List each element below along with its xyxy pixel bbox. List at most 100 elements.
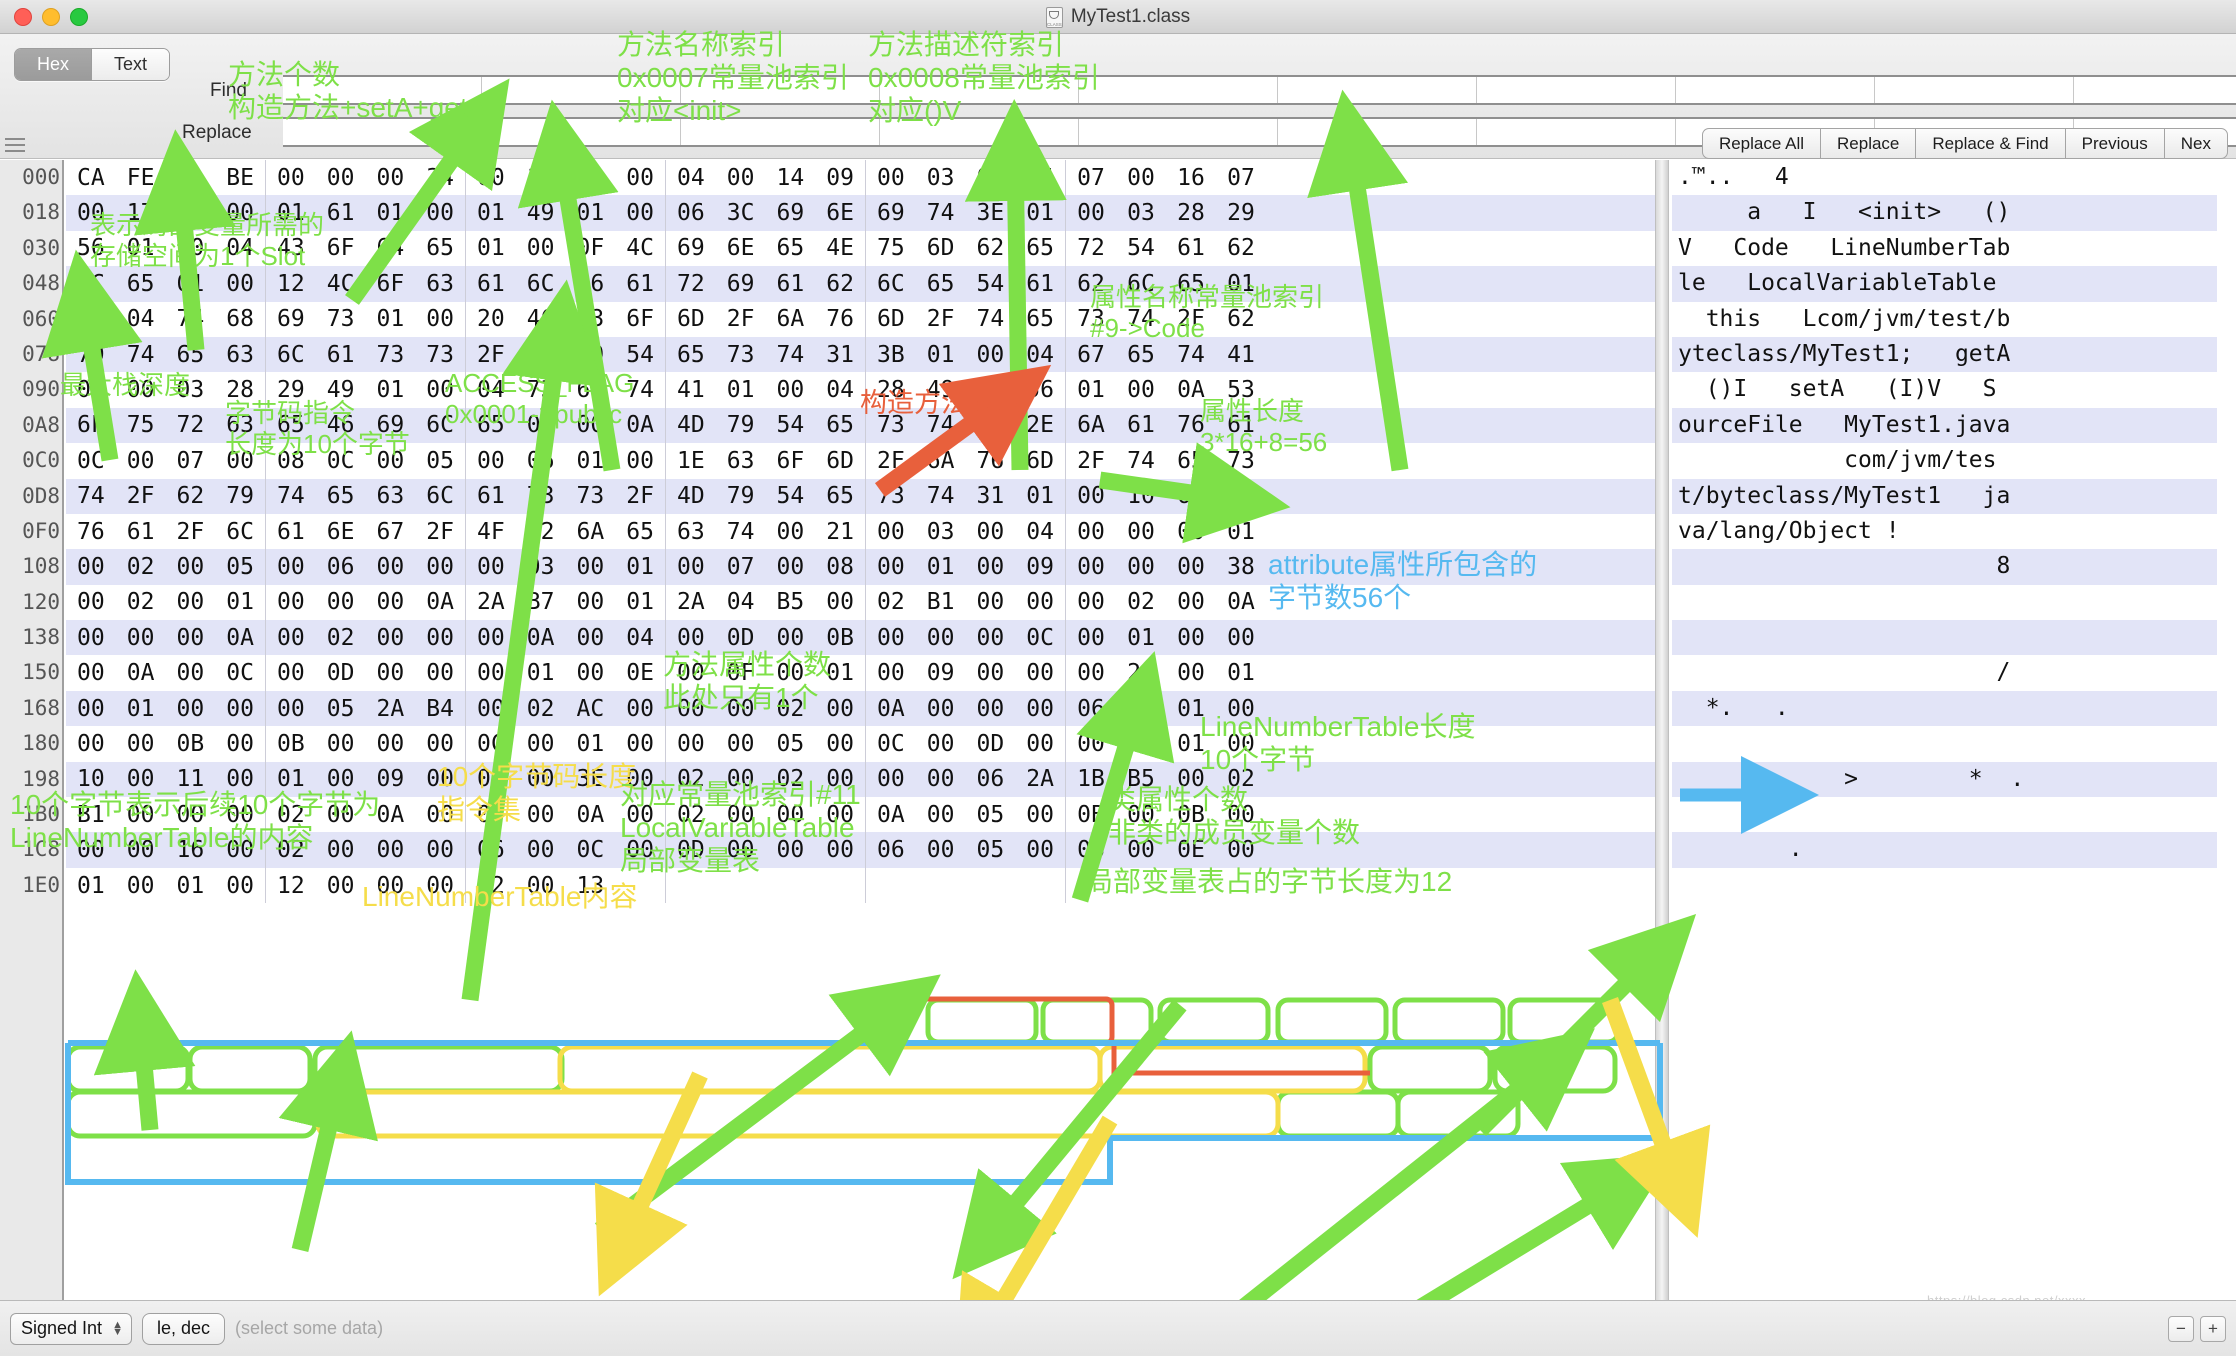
hex-byte[interactable]: 00 bbox=[669, 660, 713, 686]
hex-byte-group[interactable]: 0A000000 bbox=[866, 691, 1066, 726]
hex-byte-group[interactable]: 00030004 bbox=[866, 514, 1066, 549]
hex-byte[interactable]: 61 bbox=[119, 519, 163, 545]
hex-byte[interactable]: 49 bbox=[319, 377, 363, 403]
hex-byte[interactable]: 69 bbox=[768, 200, 812, 226]
hex-byte[interactable]: 00 bbox=[218, 696, 262, 722]
hex-row[interactable]: 56010004436F646501000F4C696E654E756D6265… bbox=[66, 231, 1666, 266]
hex-byte[interactable]: 04 bbox=[719, 589, 763, 615]
hex-byte[interactable]: 00 bbox=[319, 766, 363, 792]
hex-byte[interactable]: 00 bbox=[368, 731, 412, 757]
find-cell[interactable] bbox=[1676, 77, 1875, 103]
hex-byte-group[interactable]: 00060000 bbox=[266, 549, 466, 584]
hex-byte-group[interactable]: 02000000 bbox=[266, 832, 466, 867]
ascii-row[interactable]: t/byteclass/MyTest1 ja bbox=[1672, 479, 2217, 514]
hex-byte[interactable]: 65 bbox=[818, 412, 862, 438]
hex-byte[interactable]: 74 bbox=[269, 483, 313, 509]
hex-byte[interactable]: 00 bbox=[418, 873, 462, 899]
hex-byte[interactable]: 00 bbox=[418, 554, 462, 580]
hex-byte[interactable]: 01 bbox=[368, 306, 412, 332]
hex-byte[interactable]: 00 bbox=[719, 696, 763, 722]
hex-byte-group[interactable]: 00001600 bbox=[66, 832, 266, 867]
hex-byte[interactable]: 29 bbox=[1219, 200, 1263, 226]
hex-byte[interactable]: 2F bbox=[119, 483, 163, 509]
hex-byte-group[interactable] bbox=[1066, 868, 1266, 903]
hex-byte-group[interactable]: 01000328 bbox=[66, 372, 266, 407]
hex-byte[interactable]: 00 bbox=[968, 589, 1012, 615]
hex-byte-group[interactable]: 616C5661 bbox=[466, 266, 666, 301]
replace-cell[interactable] bbox=[1278, 119, 1477, 145]
hex-byte[interactable]: 00 bbox=[968, 625, 1012, 651]
hex-byte[interactable]: 0A bbox=[519, 625, 563, 651]
hex-byte-group[interactable]: 00090000 bbox=[866, 655, 1066, 690]
hex-byte[interactable]: 0E bbox=[618, 660, 662, 686]
hex-byte[interactable]: 0D bbox=[669, 837, 713, 863]
hex-byte[interactable]: 65 bbox=[919, 271, 963, 297]
ascii-row[interactable]: ()I setA (I)V S bbox=[1672, 372, 2217, 407]
hex-byte[interactable]: BA bbox=[168, 165, 212, 191]
hex-byte-group[interactable]: 1BB50002 bbox=[1066, 762, 1266, 797]
hex-byte[interactable]: 04 bbox=[218, 235, 262, 261]
hex-byte[interactable]: 00 bbox=[669, 696, 713, 722]
hex-byte[interactable]: 0A bbox=[418, 589, 462, 615]
hex-byte[interactable]: 54 bbox=[1119, 235, 1163, 261]
hex-byte[interactable]: 61 bbox=[469, 483, 513, 509]
hex-byte[interactable]: 65 bbox=[319, 483, 363, 509]
hex-byte[interactable]: 00 bbox=[719, 802, 763, 828]
hex-byte[interactable]: 00 bbox=[1069, 660, 1113, 686]
hex-byte[interactable]: 00 bbox=[469, 554, 513, 580]
hex-byte-group[interactable]: 2AB70001 bbox=[466, 585, 666, 620]
hex-byte[interactable]: 63 bbox=[218, 342, 262, 368]
hex-byte[interactable]: 00 bbox=[719, 165, 763, 191]
hex-byte-group[interactable]: 06000E00 bbox=[1066, 832, 1266, 867]
hex-byte-group[interactable]: 124C6F63 bbox=[266, 266, 466, 301]
hex-byte[interactable]: 07 bbox=[168, 448, 212, 474]
hex-byte[interactable]: 01 bbox=[919, 554, 963, 580]
replace-cell[interactable] bbox=[283, 119, 482, 145]
hex-byte[interactable]: 00 bbox=[1219, 802, 1263, 828]
hex-byte[interactable]: 6F bbox=[69, 412, 113, 438]
hex-byte[interactable]: 00 bbox=[768, 837, 812, 863]
hex-byte-group[interactable]: 6C655461 bbox=[866, 266, 1066, 301]
replace-all-button[interactable]: Replace All bbox=[1702, 128, 1820, 159]
hex-byte-group[interactable]: 00010000 bbox=[1066, 620, 1266, 655]
hex-byte[interactable]: 3B bbox=[869, 342, 913, 368]
hex-byte[interactable]: 62 bbox=[1219, 235, 1263, 261]
hex-byte[interactable]: 02 bbox=[269, 837, 313, 863]
hex-byte[interactable]: 00 bbox=[319, 802, 363, 828]
hex-byte[interactable]: 00 bbox=[469, 448, 513, 474]
hex-byte-group[interactable]: 72546162 bbox=[1066, 231, 1266, 266]
hex-byte-group[interactable]: 0000000C bbox=[866, 620, 1066, 655]
ascii-row[interactable]: V Code LineNumberTab bbox=[1672, 231, 2217, 266]
hex-byte[interactable]: 01 bbox=[618, 554, 662, 580]
hex-byte[interactable]: B5 bbox=[768, 589, 812, 615]
hex-bytes-pane[interactable]: CAFEBABE0000003400180A000400140900030015… bbox=[66, 160, 1666, 903]
hex-byte[interactable]: 00 bbox=[869, 660, 913, 686]
hex-byte[interactable]: 00 bbox=[168, 235, 212, 261]
hex-byte[interactable]: 01 bbox=[269, 200, 313, 226]
hex-byte-group[interactable]: 28492956 bbox=[866, 372, 1066, 407]
hex-byte[interactable]: 01 bbox=[1018, 200, 1062, 226]
hex-byte-group[interactable]: 020013 bbox=[466, 868, 666, 903]
hex-byte[interactable]: 00 bbox=[119, 448, 163, 474]
hex-byte[interactable]: 00 bbox=[269, 696, 313, 722]
pane-splitter[interactable] bbox=[1655, 160, 1669, 1300]
hex-byte[interactable]: 01 bbox=[568, 200, 612, 226]
data-type-popup[interactable]: Signed Int ▲▼ bbox=[10, 1313, 132, 1345]
hex-byte[interactable]: 79 bbox=[218, 483, 262, 509]
hex-byte-group[interactable]: 0B000B00 bbox=[1066, 797, 1266, 832]
menu-hamburger-icon[interactable] bbox=[5, 138, 25, 156]
hex-byte-group[interactable]: 4F626A65 bbox=[466, 514, 666, 549]
hex-byte[interactable]: 0C bbox=[218, 660, 262, 686]
hex-byte[interactable]: 17 bbox=[119, 200, 163, 226]
hex-byte[interactable]: 00 bbox=[119, 802, 163, 828]
hex-byte[interactable]: 00 bbox=[368, 873, 412, 899]
hex-byte-group[interactable]: 00030001 bbox=[466, 549, 666, 584]
hex-byte[interactable]: 00 bbox=[269, 165, 313, 191]
hex-byte[interactable]: 00 bbox=[418, 731, 462, 757]
hex-byte[interactable]: 01 bbox=[519, 412, 563, 438]
hex-byte-group[interactable]: 6C617373 bbox=[266, 337, 466, 372]
hex-byte[interactable]: 65 bbox=[418, 235, 462, 261]
hex-byte-group[interactable]: 000A000C bbox=[66, 655, 266, 690]
hex-byte[interactable]: 01 bbox=[368, 200, 412, 226]
hex-row[interactable]: B100000002000A0000000A00020000000A000500… bbox=[66, 797, 1666, 832]
